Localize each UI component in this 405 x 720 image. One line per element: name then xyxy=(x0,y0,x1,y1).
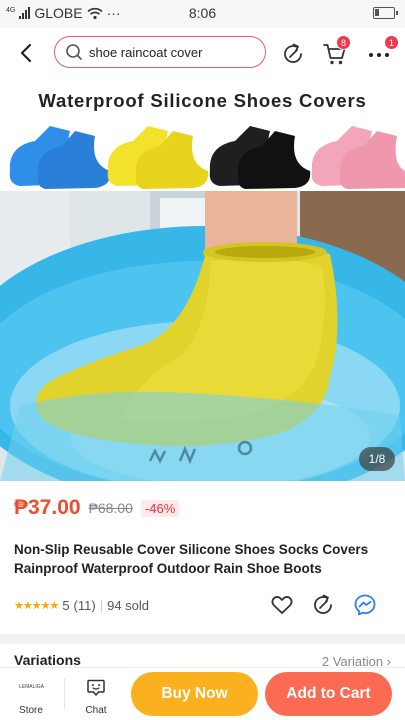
chat-button[interactable]: Chat xyxy=(69,672,123,718)
more-button[interactable]: 1 xyxy=(366,35,399,67)
top-nav: 8 1 xyxy=(0,28,405,76)
search-bar[interactable] xyxy=(54,36,266,68)
store-logo: LEMALIGA xyxy=(19,684,45,690)
heart-icon[interactable] xyxy=(270,593,294,617)
image-counter: 1/8 xyxy=(359,447,395,471)
rating-count: (11) xyxy=(73,597,96,613)
sold-count: 94 sold xyxy=(107,597,150,613)
add-to-cart-button[interactable]: Add to Cart xyxy=(265,672,392,716)
price-row: ₱37.00 ₱68.00 -46% xyxy=(14,494,180,522)
buy-now-button[interactable]: Buy Now xyxy=(131,672,258,716)
status-bar: 4G GLOBE ··· 8:06 xyxy=(0,0,405,28)
store-label: Store xyxy=(19,705,43,716)
cart-button[interactable]: 8 xyxy=(322,35,351,67)
original-price: ₱68.00 xyxy=(88,500,133,516)
section-divider xyxy=(0,634,405,644)
product-image-carousel[interactable]: Waterproof Silicone Shoes Covers 1/8 xyxy=(0,76,405,481)
more-badge: 1 xyxy=(384,35,399,50)
battery-icon xyxy=(373,7,398,19)
share-icon[interactable] xyxy=(280,41,306,67)
store-button[interactable]: LEMALIGA Store xyxy=(4,672,58,718)
cart-badge: 8 xyxy=(336,35,351,50)
rating-row[interactable]: ★★★★★ 5 (11) | 94 sold xyxy=(14,595,149,615)
product-page: 4G GLOBE ··· 8:06 8 1 Waterproof Silicon… xyxy=(0,0,405,720)
messenger-icon[interactable] xyxy=(353,593,377,617)
product-title: Non-Slip Reusable Cover Silicone Shoes S… xyxy=(14,542,369,576)
rating-stars-icon: ★★★★★ xyxy=(14,599,59,612)
chat-label: Chat xyxy=(85,705,107,716)
discount-badge: -46% xyxy=(140,499,180,517)
clock: 8:06 xyxy=(188,5,217,21)
rating-value: 5 xyxy=(62,597,70,613)
variations-label[interactable]: Variations xyxy=(14,652,81,668)
bottom-action-bar: LEMALIGA Store Chat Buy Now Add to Cart xyxy=(0,667,405,720)
chat-icon xyxy=(87,679,105,696)
search-input[interactable] xyxy=(89,44,249,60)
share-product-icon[interactable] xyxy=(311,593,335,617)
bottom-separator xyxy=(64,678,65,710)
back-icon[interactable] xyxy=(14,40,40,66)
current-price: ₱37.00 xyxy=(14,496,81,519)
search-icon xyxy=(66,44,82,60)
meta-separator: | xyxy=(99,597,104,613)
product-photo xyxy=(0,126,405,481)
